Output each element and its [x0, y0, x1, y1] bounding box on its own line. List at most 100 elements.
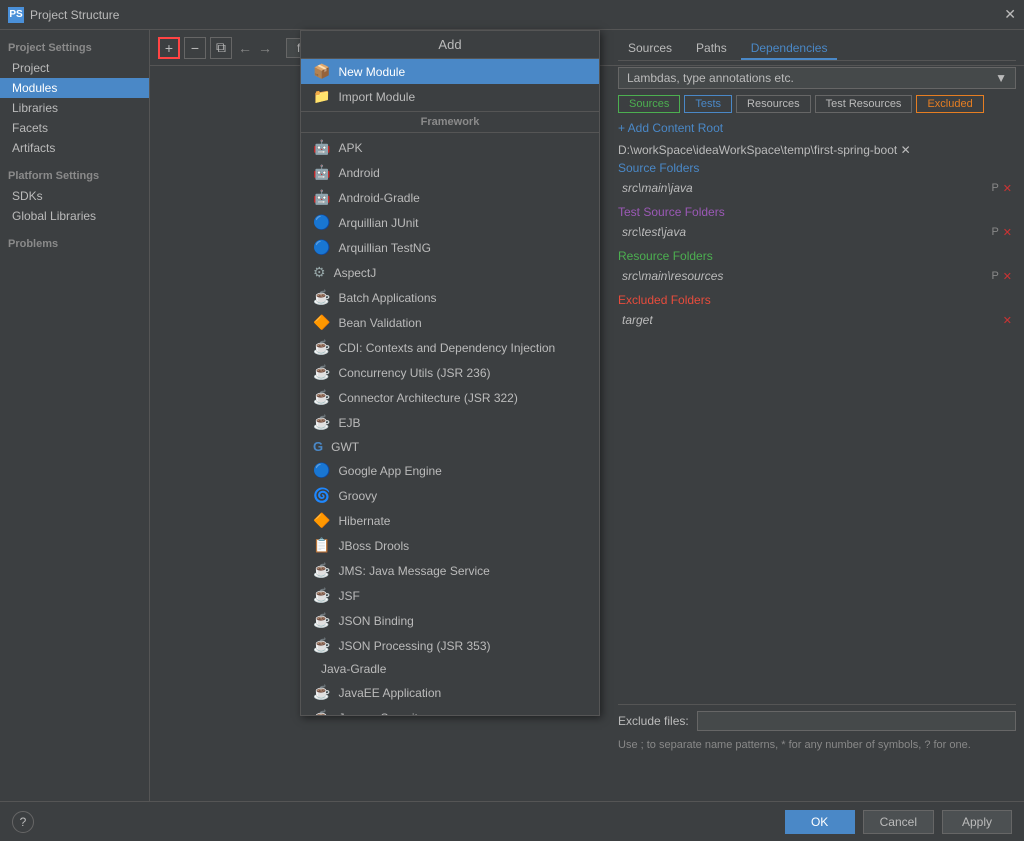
- dropdown-item-new-module[interactable]: 📦 New Module: [301, 59, 599, 84]
- dialog-footer: ? OK Cancel Apply: [0, 801, 1024, 841]
- test-source-folders-section: Test Source Folders src\test\java P ✕: [618, 205, 1016, 241]
- folder-tab-test-resources[interactable]: Test Resources: [815, 95, 913, 113]
- close-button[interactable]: ✕: [1004, 6, 1016, 23]
- right-panel: Sources Paths Dependencies Lambdas, type…: [610, 30, 1024, 761]
- dropdown-item-arquillian-junit[interactable]: 🔵 Arquillian JUnit: [301, 210, 599, 235]
- dropdown-item-ejb[interactable]: ☕ EJB: [301, 410, 599, 435]
- add-content-root-btn[interactable]: + Add Content Root: [618, 121, 1016, 135]
- dropdown-item-json-processing[interactable]: ☕ JSON Processing (JSR 353): [301, 633, 599, 658]
- add-button[interactable]: +: [158, 37, 180, 59]
- right-tabs: Sources Paths Dependencies: [618, 38, 1016, 61]
- sdk-selector[interactable]: Lambdas, type annotations etc. ▼: [618, 67, 1016, 89]
- dropdown-item-apk[interactable]: 🤖 APK: [301, 135, 599, 160]
- folder-tab-sources[interactable]: Sources: [618, 95, 680, 113]
- excluded-folder-path: target: [622, 313, 653, 327]
- tab-dependencies[interactable]: Dependencies: [741, 38, 838, 60]
- remove-button[interactable]: −: [184, 37, 206, 59]
- source-folder-p-action[interactable]: P: [991, 182, 998, 195]
- android-gradle-icon: 🤖: [313, 189, 330, 206]
- dropdown-item-concurrency[interactable]: ☕ Concurrency Utils (JSR 236): [301, 360, 599, 385]
- import-module-icon: 📁: [313, 88, 330, 105]
- resource-folders-section: Resource Folders src\main\resources P ✕: [618, 249, 1016, 285]
- resource-folder-p-action[interactable]: P: [991, 270, 998, 283]
- dropdown-item-android-gradle[interactable]: 🤖 Android-Gradle: [301, 185, 599, 210]
- framework-list: 🤖 APK 🤖 Android 🤖 Android-Gradle 🔵 Arqui…: [301, 135, 599, 715]
- dropdown-item-javaee-app[interactable]: ☕ JavaEE Application: [301, 680, 599, 705]
- sidebar-item-project[interactable]: Project: [0, 58, 149, 78]
- folder-tab-tests[interactable]: Tests: [684, 95, 732, 113]
- dropdown-item-groovy[interactable]: 🌀 Groovy: [301, 483, 599, 508]
- dropdown-item-connector[interactable]: ☕ Connector Architecture (JSR 322): [301, 385, 599, 410]
- platform-settings-label: Platform Settings: [0, 166, 149, 186]
- sidebar-item-facets[interactable]: Facets: [0, 118, 149, 138]
- dropdown-item-java-gradle[interactable]: Java-Gradle: [301, 658, 599, 680]
- dropdown-item-cdi[interactable]: ☕ CDI: Contexts and Dependency Injection: [301, 335, 599, 360]
- dropdown-item-jms[interactable]: ☕ JMS: Java Message Service: [301, 558, 599, 583]
- nav-arrows: ← →: [236, 40, 274, 56]
- dropdown-item-json-binding[interactable]: ☕ JSON Binding: [301, 608, 599, 633]
- dropdown-item-import-module[interactable]: 📁 Import Module: [301, 84, 599, 109]
- resource-folder-actions: P ✕: [991, 270, 1012, 283]
- tab-sources[interactable]: Sources: [618, 38, 682, 60]
- new-module-icon: 📦: [313, 63, 330, 80]
- nav-forward-button[interactable]: →: [256, 40, 274, 56]
- folder-tab-excluded[interactable]: Excluded: [916, 95, 983, 113]
- content-root-close[interactable]: ✕: [901, 143, 911, 157]
- tab-paths[interactable]: Paths: [686, 38, 737, 60]
- title-bar: PS Project Structure ✕: [0, 0, 1024, 30]
- help-button[interactable]: ?: [12, 811, 34, 833]
- framework-section-label: Framework: [301, 111, 599, 133]
- arquillian-testng-icon: 🔵: [313, 239, 330, 256]
- dropdown-item-jsf[interactable]: ☕ JSF: [301, 583, 599, 608]
- apk-icon: 🤖: [313, 139, 330, 156]
- sidebar-item-libraries[interactable]: Libraries: [0, 98, 149, 118]
- apply-button[interactable]: Apply: [942, 810, 1012, 834]
- sidebar-item-modules[interactable]: Modules: [0, 78, 149, 98]
- cancel-button[interactable]: Cancel: [863, 810, 934, 834]
- json-processing-icon: ☕: [313, 637, 330, 654]
- source-folder-x-action[interactable]: ✕: [1003, 182, 1012, 195]
- ok-button[interactable]: OK: [785, 810, 855, 834]
- jsf-icon: ☕: [313, 587, 330, 604]
- test-folder-p-action[interactable]: P: [991, 226, 998, 239]
- content-area: + − ⧉ ← → first-spring-boot Add 📦 New Mo…: [150, 30, 1024, 801]
- folder-tabs: Sources Tests Resources Test Resources E…: [618, 95, 1016, 113]
- project-settings-label: Project Settings: [0, 38, 149, 58]
- test-folder-x-action[interactable]: ✕: [1003, 226, 1012, 239]
- nav-back-button[interactable]: ←: [236, 40, 254, 56]
- excluded-folder-x-action[interactable]: ✕: [1003, 314, 1012, 327]
- title-bar-left: PS Project Structure: [8, 7, 119, 23]
- dropdown-item-google-app-engine[interactable]: 🔵 Google App Engine: [301, 458, 599, 483]
- excluded-folders-title: Excluded Folders: [618, 293, 1016, 307]
- copy-button[interactable]: ⧉: [210, 37, 232, 59]
- test-source-folder-row: src\test\java P ✕: [618, 223, 1016, 241]
- sidebar-item-artifacts[interactable]: Artifacts: [0, 138, 149, 158]
- resource-folders-title: Resource Folders: [618, 249, 1016, 263]
- resource-folder-x-action[interactable]: ✕: [1003, 270, 1012, 283]
- sdk-dropdown-arrow: ▼: [995, 71, 1007, 85]
- connector-icon: ☕: [313, 389, 330, 406]
- groovy-icon: 🌀: [313, 487, 330, 504]
- javaee-app-icon: ☕: [313, 684, 330, 701]
- excluded-folders-section: Excluded Folders target ✕: [618, 293, 1016, 329]
- add-dropdown: Add 📦 New Module 📁 Import Module Framewo…: [300, 30, 600, 716]
- dropdown-item-arquillian-testng[interactable]: 🔵 Arquillian TestNG: [301, 235, 599, 260]
- test-source-folder-actions: P ✕: [991, 226, 1012, 239]
- folder-tab-resources[interactable]: Resources: [736, 95, 811, 113]
- dropdown-item-gwt[interactable]: G GWT: [301, 435, 599, 458]
- hibernate-icon: 🔶: [313, 512, 330, 529]
- main-layout: Project Settings Project Modules Librari…: [0, 30, 1024, 801]
- exclude-files-input[interactable]: [697, 711, 1016, 731]
- dropdown-item-hibernate[interactable]: 🔶 Hibernate: [301, 508, 599, 533]
- sidebar-item-global-libraries[interactable]: Global Libraries: [0, 206, 149, 226]
- dropdown-item-batch-applications[interactable]: ☕ Batch Applications: [301, 285, 599, 310]
- dropdown-item-javaee-security[interactable]: ☕ Javaee Security: [301, 705, 599, 715]
- content-root-path-display: D:\workSpace\ideaWorkSpace\temp\first-sp…: [618, 143, 1016, 157]
- dropdown-item-aspectj[interactable]: ⚙ AspectJ: [301, 260, 599, 285]
- batch-icon: ☕: [313, 289, 330, 306]
- dropdown-item-android[interactable]: 🤖 Android: [301, 160, 599, 185]
- sidebar-item-sdks[interactable]: SDKs: [0, 186, 149, 206]
- dropdown-item-jboss-drools[interactable]: 📋 JBoss Drools: [301, 533, 599, 558]
- dropdown-item-bean-validation[interactable]: 🔶 Bean Validation: [301, 310, 599, 335]
- problems-label: Problems: [0, 234, 149, 254]
